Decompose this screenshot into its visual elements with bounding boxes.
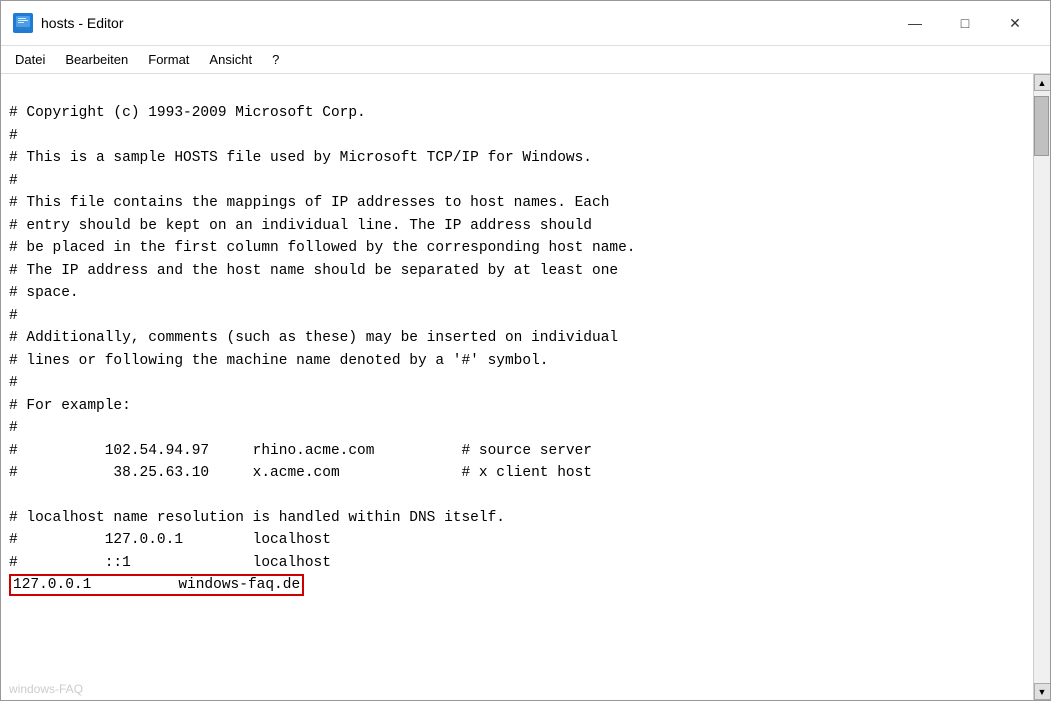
minimize-button[interactable]: — — [892, 9, 938, 37]
line-5: # This file contains the mappings of IP … — [9, 195, 609, 211]
main-window: hosts - Editor — □ ✕ Datei Bearbeiten Fo… — [0, 0, 1051, 701]
line-14: # For example: — [9, 398, 131, 414]
line-16: # 102.54.94.97 rhino.acme.com # source s… — [9, 443, 592, 459]
close-button[interactable]: ✕ — [992, 9, 1038, 37]
line-20: # ::1 localhost — [9, 555, 331, 571]
menu-datei[interactable]: Datei — [5, 48, 55, 71]
scroll-down-button[interactable]: ▼ — [1034, 683, 1051, 700]
maximize-button[interactable]: □ — [942, 9, 988, 37]
line-blank: # localhost name resolution is handled w… — [9, 510, 505, 526]
line-6: # entry should be kept on an individual … — [9, 218, 592, 234]
line-15: # — [9, 420, 18, 436]
menu-bearbeiten[interactable]: Bearbeiten — [55, 48, 138, 71]
watermark: windows-FAQ — [9, 682, 83, 696]
line-19: # 127.0.0.1 localhost — [9, 532, 331, 548]
title-bar-left: hosts - Editor — [13, 13, 123, 33]
line-7: # be placed in the first column followed… — [9, 240, 636, 256]
editor-area: # Copyright (c) 1993-2009 Microsoft Corp… — [1, 74, 1050, 700]
line-11: # Additionally, comments (such as these)… — [9, 330, 618, 346]
window-controls: — □ ✕ — [892, 9, 1038, 37]
title-bar: hosts - Editor — □ ✕ — [1, 1, 1050, 46]
line-4: # — [9, 173, 18, 189]
line-8: # The IP address and the host name shoul… — [9, 263, 618, 279]
line-12: # lines or following the machine name de… — [9, 353, 549, 369]
scroll-up-button[interactable]: ▲ — [1034, 74, 1051, 91]
highlighted-entry-line: 127.0.0.1 windows-faq.de — [9, 574, 304, 596]
window-title: hosts - Editor — [41, 15, 123, 31]
editor-content[interactable]: # Copyright (c) 1993-2009 Microsoft Corp… — [1, 74, 1033, 700]
line-9: # space. — [9, 285, 79, 301]
scroll-track — [1034, 91, 1050, 683]
scroll-thumb[interactable] — [1034, 96, 1049, 156]
line-13: # — [9, 375, 18, 391]
line-3: # This is a sample HOSTS file used by Mi… — [9, 150, 592, 166]
menu-format[interactable]: Format — [138, 48, 199, 71]
line-17: # 38.25.63.10 x.acme.com # x client host — [9, 465, 592, 481]
scrollbar: ▲ ▼ — [1033, 74, 1050, 700]
line-2: # — [9, 128, 18, 144]
menu-ansicht[interactable]: Ansicht — [199, 48, 262, 71]
line-10: # — [9, 308, 18, 324]
line-1: # Copyright (c) 1993-2009 Microsoft Corp… — [9, 105, 366, 121]
menu-bar: Datei Bearbeiten Format Ansicht ? — [1, 46, 1050, 74]
menu-help[interactable]: ? — [262, 48, 289, 71]
app-icon — [13, 13, 33, 33]
